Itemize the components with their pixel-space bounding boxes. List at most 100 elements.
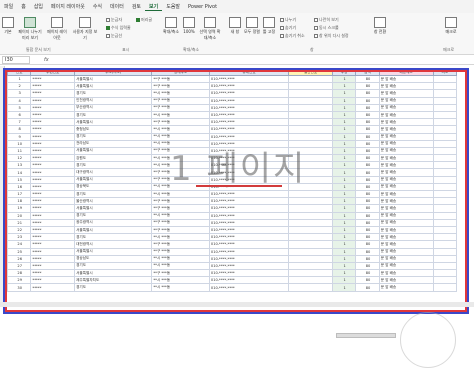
table-cell[interactable] — [432, 182, 457, 192]
table-cell[interactable]: 010-****-**** — [208, 247, 290, 256]
table-cell[interactable]: 1 — [331, 261, 357, 271]
table-cell[interactable]: 문 앞 배송 — [378, 154, 434, 163]
table-cell[interactable] — [288, 132, 333, 141]
table-cell[interactable]: 24 — [6, 240, 32, 249]
table-cell[interactable]: 대구광역시 — [74, 168, 153, 177]
table-cell[interactable]: 서울특별시 — [74, 118, 153, 127]
table-cell[interactable]: 010-****-**** — [208, 197, 290, 206]
table-cell[interactable] — [288, 218, 333, 227]
table-cell[interactable]: 010-****-**** — [208, 103, 290, 112]
table-cell[interactable]: 80 — [355, 261, 380, 271]
table-cell[interactable]: **구 ***동 — [151, 240, 210, 249]
table-cell[interactable] — [432, 96, 457, 105]
zoom-100-button[interactable]: 100% — [182, 17, 196, 34]
table-cell[interactable]: 문 앞 배송 — [378, 283, 434, 292]
table-cell[interactable]: 1 — [331, 125, 357, 134]
table-cell[interactable]: 28 — [6, 269, 32, 278]
table-cell[interactable]: 010-****-**** — [208, 240, 290, 249]
ribbon-tab-1[interactable]: 홈 — [17, 3, 30, 10]
table-cell[interactable]: 서울특별시 — [74, 146, 153, 156]
table-cell[interactable]: 12 — [6, 154, 32, 163]
table-cell[interactable]: 80 — [355, 175, 380, 184]
table-cell[interactable] — [432, 283, 457, 292]
table-cell[interactable]: 010-****-**** — [208, 204, 290, 213]
table-cell[interactable] — [432, 125, 457, 134]
table-cell[interactable]: 1 — [331, 132, 357, 141]
table-cell[interactable]: 17 — [6, 189, 32, 199]
table-cell[interactable]: 010-****-**** — [208, 74, 290, 84]
table-cell[interactable]: 80 — [355, 110, 380, 120]
table-cell[interactable]: 010-****-**** — [208, 132, 290, 141]
table-cell[interactable]: 문 앞 배송 — [378, 103, 434, 112]
table-cell[interactable]: ***** — [30, 182, 76, 192]
table-cell[interactable]: ***** — [30, 161, 76, 170]
table-cell[interactable] — [432, 197, 457, 206]
ruler-checkbox[interactable]: 눈금자 — [106, 17, 122, 23]
table-cell[interactable]: 80 — [355, 276, 380, 285]
table-cell[interactable]: 경상남도 — [74, 254, 153, 263]
table-cell[interactable]: 경기도 — [74, 161, 153, 170]
table-cell[interactable]: 문 앞 배송 — [378, 118, 434, 127]
table-cell[interactable]: ***** — [30, 89, 76, 98]
table-cell[interactable] — [432, 240, 457, 249]
view-normal-button[interactable]: 기본 — [2, 17, 14, 35]
table-cell[interactable]: 25 — [6, 247, 32, 256]
table-cell[interactable] — [288, 225, 333, 235]
table-cell[interactable]: 울산광역시 — [74, 197, 153, 206]
table-cell[interactable] — [432, 254, 457, 263]
table-cell[interactable] — [288, 118, 333, 127]
table-cell[interactable]: 1 — [331, 154, 357, 163]
table-cell[interactable]: 경기도 — [74, 261, 153, 271]
table-cell[interactable]: 1 — [331, 96, 357, 105]
table-cell[interactable]: 제주특별자치도 — [74, 276, 153, 285]
table-cell[interactable]: 1 — [331, 161, 357, 170]
table-cell[interactable]: 010-****-**** — [208, 269, 290, 278]
table-cell[interactable]: **시 ***동 — [151, 125, 210, 134]
table-cell[interactable]: 80 — [355, 74, 380, 84]
table-cell[interactable]: **시 ***동 — [151, 89, 210, 98]
split-button[interactable]: 나누기 — [280, 17, 296, 23]
table-cell[interactable]: 문 앞 배송 — [378, 168, 434, 177]
table-cell[interactable]: 문 앞 배송 — [378, 161, 434, 170]
table-cell[interactable]: 9 — [6, 132, 32, 141]
table-cell[interactable]: 80 — [355, 146, 380, 156]
ribbon-tab-7[interactable]: 보기 — [145, 3, 163, 11]
table-cell[interactable]: 1 — [331, 276, 357, 285]
table-cell[interactable]: 1 — [331, 197, 357, 206]
fx-icon[interactable]: fx — [44, 57, 49, 63]
table-cell[interactable] — [432, 261, 457, 271]
table-cell[interactable]: ***** — [30, 225, 76, 235]
table-cell[interactable]: 대전광역시 — [74, 240, 153, 249]
table-cell[interactable]: 경기도 — [74, 283, 153, 292]
table-cell[interactable]: 경기도 — [74, 189, 153, 199]
table-cell[interactable]: 80 — [355, 197, 380, 206]
table-cell[interactable]: 80 — [355, 139, 380, 148]
table-cell[interactable] — [432, 74, 457, 84]
table-cell[interactable]: 80 — [355, 269, 380, 278]
table-cell[interactable]: ***** — [30, 154, 76, 163]
table-cell[interactable] — [288, 110, 333, 120]
table-cell[interactable] — [432, 146, 457, 156]
table-cell[interactable] — [288, 74, 333, 84]
table-cell[interactable]: **시 ***동 — [151, 283, 210, 292]
table-cell[interactable]: 30 — [6, 283, 32, 292]
table-cell[interactable]: 1 — [331, 182, 357, 192]
table-cell[interactable]: 11 — [6, 146, 32, 156]
table-cell[interactable]: 서울특별시 — [74, 247, 153, 256]
table-cell[interactable]: 010-****-**** — [208, 110, 290, 120]
table-cell[interactable]: 문 앞 배송 — [378, 146, 434, 156]
table-cell[interactable]: 문 앞 배송 — [378, 240, 434, 249]
table-cell[interactable]: 2 — [6, 82, 32, 91]
table-cell[interactable] — [288, 211, 333, 220]
table-cell[interactable]: 강원도 — [74, 154, 153, 163]
ribbon-tab-8[interactable]: 도움말 — [162, 3, 184, 10]
table-cell[interactable] — [432, 132, 457, 141]
table-cell[interactable]: 서울특별시 — [74, 175, 153, 184]
table-cell[interactable]: 80 — [355, 182, 380, 192]
table-cell[interactable] — [288, 276, 333, 285]
table-cell[interactable]: **시 ***동 — [151, 254, 210, 263]
table-cell[interactable]: **시 ***동 — [151, 233, 210, 242]
table-cell[interactable]: ***** — [30, 261, 76, 271]
table-cell[interactable]: **구 ***동 — [151, 103, 210, 112]
table-cell[interactable]: 80 — [355, 89, 380, 98]
